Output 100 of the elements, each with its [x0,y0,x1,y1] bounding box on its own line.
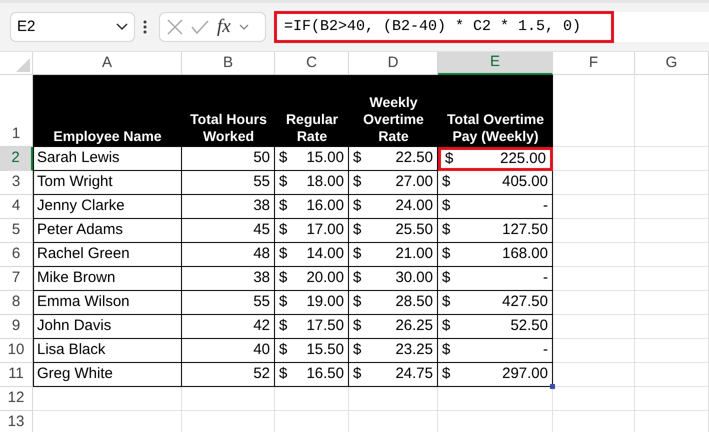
row-header[interactable]: 6 [0,243,33,267]
table-cell: $ - [438,267,553,291]
checkmark-icon[interactable] [191,20,209,34]
empty-cell[interactable] [438,387,553,411]
table-cell: $ 25.50 [349,219,438,243]
empty-cell[interactable] [635,171,709,195]
empty-cell[interactable] [635,315,709,339]
table-cell: $ 21.00 [349,243,438,267]
empty-cell[interactable] [635,387,709,411]
empty-cell[interactable] [635,363,709,387]
row-header[interactable]: 9 [0,315,33,339]
empty-cell[interactable] [349,387,438,411]
row-header[interactable]: 4 [0,195,33,219]
column-header[interactable]: F [553,52,635,75]
empty-cell[interactable] [635,195,709,219]
row-header[interactable]: 11 [0,363,33,387]
table-cell: 42 [182,315,275,339]
empty-cell[interactable] [635,291,709,315]
table-cell: 50 [182,147,275,171]
table-cell: Mike Brown [33,267,182,291]
table-cell: $ 16.00 [275,195,349,219]
empty-cell[interactable] [553,219,635,243]
table-cell: $ 27.00 [349,171,438,195]
table-cell: $ 14.00 [275,243,349,267]
table-cell: Rachel Green [33,243,182,267]
name-box[interactable]: E2 [10,12,135,42]
empty-cell[interactable] [635,147,709,171]
empty-cell[interactable] [275,387,349,411]
table-cell: $ 15.50 [275,339,349,363]
row-header[interactable]: 12 [0,387,33,411]
chevron-down-icon[interactable] [238,24,249,30]
table-cell: $ 18.00 [275,171,349,195]
empty-cell[interactable] [553,147,635,171]
row-header[interactable]: 3 [0,171,33,195]
table-cell: $ 23.25 [349,339,438,363]
column-heading: Regular Rate [275,75,349,147]
row-header[interactable]: 13 [0,411,33,432]
table-cell: $ 427.50 [438,291,553,315]
chevron-down-icon [116,23,128,31]
empty-cell[interactable] [553,387,635,411]
table-cell: Jenny Clarke [33,195,182,219]
empty-cell[interactable] [553,243,635,267]
empty-cell[interactable] [553,339,635,363]
table-cell: Sarah Lewis [33,147,182,171]
column-header[interactable]: G [635,52,709,75]
table-cell: $ 24.75 [349,363,438,387]
empty-cell[interactable] [635,243,709,267]
table-cell: $ 127.50 [438,219,553,243]
table-cell: $ 26.25 [349,315,438,339]
empty-cell[interactable] [553,267,635,291]
empty-cell[interactable] [553,171,635,195]
table-cell: $ 52.50 [438,315,553,339]
insert-function-button[interactable]: fx [217,12,231,42]
column-heading: Weekly Overtime Rate [349,75,438,147]
empty-cell[interactable] [553,315,635,339]
table-cell: 55 [182,291,275,315]
table-cell: 38 [182,267,275,291]
table-cell: $ - [438,339,553,363]
table-cell: $ 225.00 [438,147,553,171]
table-cell: $ 17.50 [275,315,349,339]
table-cell: Greg White [33,363,182,387]
table-cell: John Davis [33,315,182,339]
row-header[interactable]: 5 [0,219,33,243]
empty-cell[interactable] [553,291,635,315]
fill-handle[interactable] [550,384,555,389]
row-header[interactable]: 7 [0,267,33,291]
table-cell: 48 [182,243,275,267]
table-cell: 40 [182,339,275,363]
select-all-icon[interactable] [16,58,30,72]
empty-cell[interactable] [635,75,709,147]
empty-cell[interactable] [182,387,275,411]
table-cell: $ 405.00 [438,171,553,195]
table-cell: 45 [182,219,275,243]
column-heading: Total Overtime Pay (Weekly) [438,75,553,147]
empty-cell[interactable] [635,267,709,291]
table-cell: $ - [438,195,553,219]
table-cell: $ 16.50 [275,363,349,387]
table-cell: $ 28.50 [349,291,438,315]
table-cell: $ 24.00 [349,195,438,219]
table-cell: Emma Wilson [33,291,182,315]
empty-cell[interactable] [553,195,635,219]
empty-cell[interactable] [553,363,635,387]
column-header[interactable]: E [438,52,553,75]
empty-cell[interactable] [635,339,709,363]
cancel-icon[interactable] [167,19,183,35]
empty-cell[interactable] [33,387,182,411]
table-cell: 55 [182,171,275,195]
row-header[interactable]: 2 [0,147,33,171]
table-cell: Tom Wright [33,171,182,195]
empty-cell[interactable] [635,219,709,243]
row-header[interactable]: 8 [0,291,33,315]
table-cell: $ 22.50 [349,147,438,171]
row-header[interactable]: 10 [0,339,33,363]
table-cell: $ 19.00 [275,291,349,315]
column-heading: Employee Name [33,75,182,147]
table-cell: Peter Adams [33,219,182,243]
table-cell: $ 15.00 [275,147,349,171]
table-cell: $ 297.00 [438,363,553,387]
formula-input[interactable]: =IF(B2>40, (B2-40) * C2 * 1.5, 0) [274,11,614,43]
more-options-icon[interactable] [143,20,147,34]
